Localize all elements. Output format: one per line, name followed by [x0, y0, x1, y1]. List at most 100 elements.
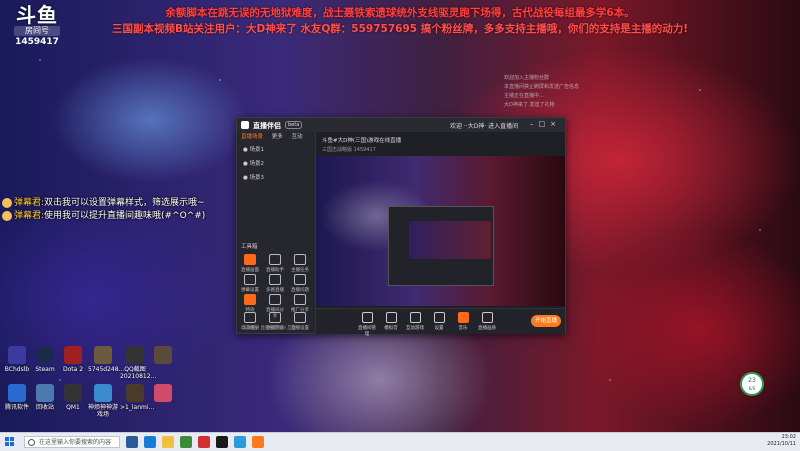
nested-preview-image [409, 221, 491, 259]
file-explorer-icon[interactable] [162, 436, 174, 448]
quality-icon [481, 312, 493, 323]
bottom-button[interactable]: 直播画质 [476, 312, 498, 331]
sidebar-tabs: 直播场景 更多 互动 [237, 132, 315, 142]
desktop-icon-label: BChdslb [4, 366, 30, 373]
tool-label: 直播画面 [241, 268, 259, 273]
clock-date: 2021/10/11 [767, 441, 796, 447]
desktop-icon[interactable]: >1_lanmi... [120, 384, 154, 411]
douyu-task-icon[interactable] [252, 436, 264, 448]
minimize-icon[interactable]: – [530, 120, 539, 128]
scene-item[interactable]: ● 场景1 [237, 142, 315, 156]
tool-icon [294, 254, 306, 265]
tool-icon [294, 294, 306, 305]
toolbox-header: 工具箱 [241, 244, 258, 250]
window-controls[interactable]: –□× [530, 120, 561, 128]
desktop-icon[interactable]: QM1 [58, 384, 88, 411]
tool-item[interactable]: 弹幕设置 [239, 274, 261, 293]
bottom-button[interactable]: 音乐 [452, 312, 474, 331]
desktop-icon[interactable]: 5745d248... [88, 346, 124, 373]
task-view-icon[interactable] [126, 436, 138, 448]
scene-item[interactable]: ● 场景3 [237, 170, 315, 184]
bottom-button-label: 音乐 [458, 326, 468, 331]
gear-icon [433, 312, 445, 323]
stream-title[interactable]: 斗鱼#大D神(三国)游戏在线直播 [322, 136, 401, 144]
app-logo-icon [241, 121, 249, 129]
tencent-software-icon [8, 384, 26, 402]
game-icon [154, 346, 172, 364]
tool-item[interactable]: 直播画面 [239, 254, 261, 273]
file-icon [126, 384, 144, 402]
desktop-icon-label: Dota 2 [62, 366, 84, 373]
danmu-message[interactable]: 弹幕君:双击我可以设置弹幕样式，筛选展示哦~ [2, 195, 205, 208]
desktop-icon[interactable]: Steam [30, 346, 60, 373]
desktop-icon[interactable]: BChdslb [2, 346, 32, 373]
bottom-button[interactable]: 模拟音 [380, 312, 402, 331]
scene-item[interactable]: ● 场景2 [237, 156, 315, 170]
tool-label: 直播助手 [266, 268, 284, 273]
start-stream-button[interactable]: 开始直播 [531, 315, 561, 327]
desktop-icon[interactable]: Dota 2 [58, 346, 88, 373]
bottom-button[interactable]: 设置 [428, 312, 450, 331]
desktop-icon[interactable]: 腾讯软件 [2, 384, 32, 411]
desktop-icon-label: Steam [35, 366, 55, 373]
bottom-button[interactable]: 互动游戏 [404, 312, 426, 331]
streaming-app-window[interactable]: 直播伴侣 beta 欢迎 ··大D神· 进入直播间 –□× 直播场景 更多 互动… [236, 117, 566, 337]
close-icon[interactable]: × [550, 120, 561, 128]
qq-icon[interactable] [234, 436, 246, 448]
taskbar-clock[interactable]: 23:02 2021/10/11 [767, 434, 796, 448]
scroll-banner-line1: 余额脚本在跳无误的无地狱难度，战士聂铁索遗球统外支线驱灵跑下场得，古代战役每组最… [165, 7, 635, 19]
app-icon[interactable] [180, 436, 192, 448]
bottom-button[interactable]: 直播间管理 [356, 312, 378, 337]
windows-start-button[interactable] [5, 437, 15, 447]
desktop-icon[interactable] [148, 384, 178, 404]
desktop-icon-label: 回收站 [35, 404, 54, 411]
tool-item[interactable]: 推广分享 [289, 294, 311, 313]
app-bottom-toolbar: 直播间管理 模拟音 互动游戏 设置 音乐 直播画质 开始直播 [316, 308, 565, 337]
tab-scenes[interactable]: 直播场景 [241, 134, 263, 140]
desktop-icon-label: 5745d248... [88, 366, 125, 373]
dota-icon [64, 346, 82, 364]
taskbar-search-box[interactable]: 在这里输入你要搜索的内容 [24, 436, 120, 448]
tab-interact[interactable]: 互动 [292, 134, 303, 140]
tool-icon [244, 254, 256, 265]
bottom-button-label: 互动游戏 [406, 326, 424, 331]
app-main-area: 斗鱼#大D神(三国)游戏在线直播 三国志战略版 1459417 直播间管理 模拟… [316, 132, 565, 337]
desktop-icon[interactable] [148, 346, 178, 366]
nested-app-preview [388, 206, 494, 286]
tool-icon [244, 274, 256, 285]
net-speed-widget[interactable]: 23 K/S [740, 372, 764, 396]
desktop-icon[interactable]: 神烦神神游戏场 [88, 384, 118, 418]
stream-preview[interactable] [316, 156, 565, 306]
tool-item[interactable]: 特效 [239, 294, 261, 313]
tool-label: 直播问题 [291, 288, 309, 293]
chat-overlay: 欢迎加入主播粉丝群 本直播间禁止刷屏和发送广告信息 主播正在直播中... 大D神… [504, 74, 579, 110]
desktop-icon-label: 神烦神神游戏场 [88, 404, 119, 418]
danmu-sender: 弹幕君: [14, 198, 45, 208]
chat-line: 欢迎加入主播粉丝群 [504, 75, 550, 81]
tool-icon [294, 312, 306, 323]
tool-item[interactable]: 主播任务 [289, 254, 311, 273]
danmu-message[interactable]: 弹幕君:使用我可以提升直播间趣味哦(#^O^#) [2, 208, 205, 221]
app-icon [8, 346, 26, 364]
chat-line: 大D神来了 发送了礼物 [504, 102, 555, 108]
tool-item[interactable]: 直播助手 [264, 254, 286, 273]
game-icon [409, 312, 421, 323]
edge-browser-icon[interactable] [144, 436, 156, 448]
desktop-icon-label: 腾讯软件 [4, 404, 29, 411]
desktop-icon[interactable]: 回收站 [30, 384, 60, 411]
bottom-button-label: 模拟音 [384, 326, 398, 331]
tool-item[interactable]: 直播问题 [289, 274, 311, 293]
desktop-icon-label: >1_lanmi... [120, 404, 155, 411]
maximize-icon[interactable]: □ [539, 120, 551, 128]
app-icon[interactable] [198, 436, 210, 448]
windows-logo-icon [5, 437, 9, 441]
music-icon [457, 312, 469, 323]
streaming-app-task-icon[interactable] [216, 436, 228, 448]
windows-logo-icon [5, 442, 9, 446]
tool-icon [294, 274, 306, 285]
desktop-icon[interactable]: QQ截图 20210812... [120, 346, 156, 380]
tool-item[interactable]: 多路直播 [264, 274, 286, 293]
app-titlebar[interactable]: 直播伴侣 beta 欢迎 ··大D神· 进入直播间 –□× [237, 118, 565, 132]
search-icon [28, 439, 35, 446]
tab-more[interactable]: 更多 [272, 134, 283, 140]
